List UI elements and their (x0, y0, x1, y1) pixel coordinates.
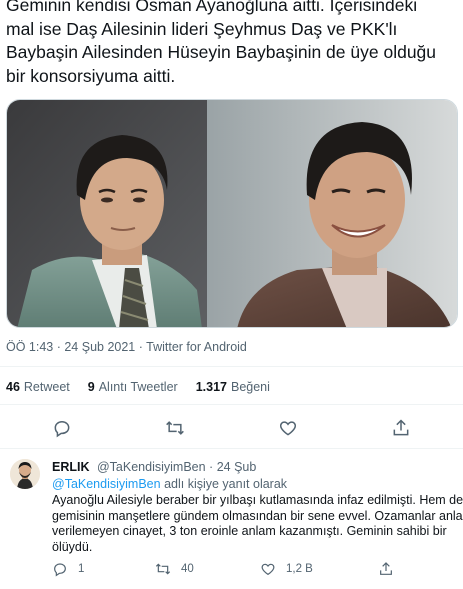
avatar[interactable] (10, 459, 40, 489)
tweet-text: Geminin kendisi Osman Ayanoğluna aitti. … (6, 0, 458, 88)
quote-count: 9 (87, 380, 95, 394)
share-icon (380, 562, 392, 575)
reply-icon[interactable] (52, 418, 72, 438)
reply-reply-count: 1 (78, 563, 85, 575)
avatar-icon (10, 459, 40, 489)
retweet-stat[interactable]: 46 Retweet (6, 380, 70, 394)
tweet-stats: 46 Retweet 9 Alıntı Tweetler 1.317 Beğeni (6, 380, 288, 394)
share-icon[interactable] (391, 418, 411, 438)
divider (0, 448, 463, 449)
reply-context: @TaKendisiyimBen adlı kişiye yanıt olara… (52, 477, 287, 491)
photo-illustration (7, 100, 457, 327)
tweet-photo[interactable] (6, 99, 458, 328)
reply-text-line: gemisinin manşetlere gündem olmasından b… (52, 508, 463, 523)
like-icon (261, 563, 275, 576)
tweet-text-line: Geminin kendisi Osman Ayanoğluna aitti. … (6, 0, 418, 15)
separator: · (209, 460, 214, 474)
reply-text-line: ölüydü. (52, 539, 93, 554)
quote-stat[interactable]: 9 Alıntı Tweetler (88, 380, 178, 394)
like-icon[interactable] (278, 418, 298, 438)
reply-text-line: Ayanoğlu Ailesiyle beraber bir yılbaşı k… (52, 493, 463, 507)
tweet-text-line: Baybaşin Ailesinden Hüseyin Baybaşinin d… (6, 42, 437, 62)
like-count: 1.317 (195, 380, 227, 394)
author-name[interactable]: ERLIK (52, 460, 90, 474)
retweet-icon[interactable] (165, 418, 185, 438)
reply-like-count: 1,2 B (286, 563, 313, 575)
retweet-label: Retweet (23, 380, 70, 394)
tweet-text-line: mal ise Daş Ailesinin lideri Şeyhmus Daş… (6, 18, 398, 39)
tweet-action-bar (0, 414, 463, 444)
reply-like-button[interactable]: 1,2 B (260, 561, 313, 577)
reply-date[interactable]: 24 Şub (217, 460, 257, 474)
reply-to-label: adlı kişiye yanıt olarak (164, 477, 288, 491)
author-handle[interactable]: @TaKendisiyimBen (97, 460, 206, 474)
tweet-text-line: bir konsorsiyuma aitti. (6, 65, 176, 86)
divider (0, 366, 463, 367)
reply-text: Ayanoğlu Ailesiyle beraber bir yılbaşı k… (52, 493, 463, 555)
divider (0, 404, 463, 405)
quote-label: Alıntı Tweetler (98, 380, 178, 394)
like-label: Beğeni (230, 380, 270, 394)
reply-to-mention[interactable]: @TaKendisiyimBen (52, 477, 161, 491)
reply-reply-button[interactable]: 1 (52, 561, 84, 577)
like-stat[interactable]: 1.317 Beğeni (196, 380, 270, 394)
reply-header: ERLIK @TaKendisiyimBen · 24 Şub (52, 460, 256, 474)
reply-tweet[interactable]: ERLIK @TaKendisiyimBen · 24 Şub @TaKendi… (0, 455, 463, 589)
tweet-timestamp[interactable]: ÖÖ 1:43 · 24 Şub 2021 · Twitter for Andr… (6, 340, 247, 354)
reply-text-line: verilemeyen cinayet, 3 ton eroinle anlam… (52, 524, 447, 538)
reply-retweet-count: 40 (181, 563, 194, 575)
reply-action-bar: 1 40 1,2 B (0, 561, 463, 583)
reply-share-button[interactable] (378, 561, 404, 577)
reply-icon (54, 563, 66, 577)
retweet-count: 46 (6, 380, 20, 394)
reply-retweet-button[interactable]: 40 (155, 561, 194, 577)
retweet-icon (155, 563, 171, 575)
